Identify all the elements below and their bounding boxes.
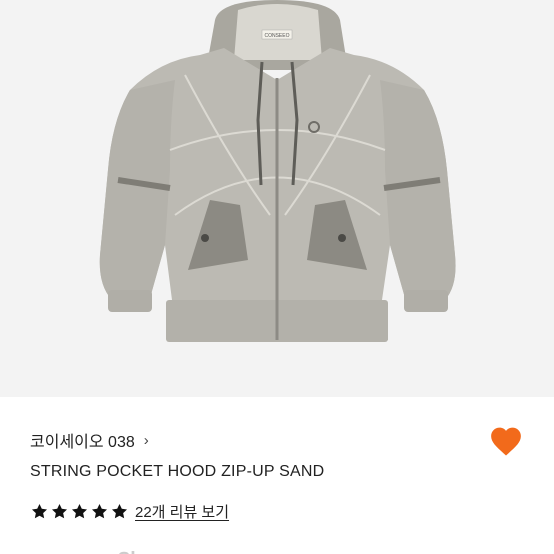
chevron-right-icon: › <box>143 431 149 449</box>
garment-label: CONSEEO <box>264 33 289 39</box>
heart-icon[interactable] <box>489 425 523 457</box>
brand-link[interactable]: 코이세이오 038 › <box>30 428 149 452</box>
hoodie-illustration: CONSEEO <box>99 0 456 342</box>
product-info: 코이세이오 038 › STRING POCKET HOOD ZIP-UP SA… <box>0 397 554 554</box>
star-icon <box>111 503 128 519</box>
star-icon <box>51 503 68 519</box>
product-title: STRING POCKET HOOD ZIP-UP SAND <box>30 463 325 480</box>
rating-row: 22개 리뷰 보기 <box>30 501 229 522</box>
product-image[interactable]: CONSEEO <box>0 0 554 397</box>
brand-name: 코이세이오 038 <box>30 434 135 451</box>
review-link[interactable]: 22개 리뷰 보기 <box>135 501 229 522</box>
star-rating <box>30 502 129 521</box>
star-icon <box>31 503 48 519</box>
star-icon <box>91 503 108 519</box>
star-icon <box>71 503 88 519</box>
product-price: 153,000원 <box>30 545 138 554</box>
